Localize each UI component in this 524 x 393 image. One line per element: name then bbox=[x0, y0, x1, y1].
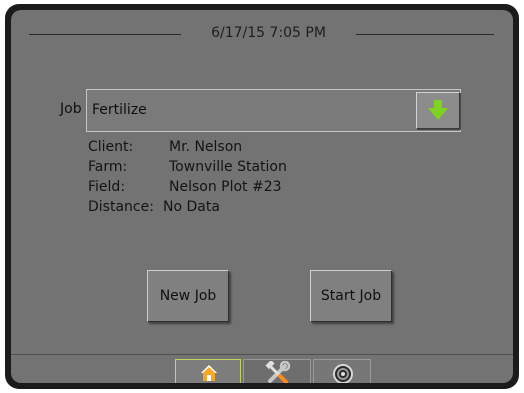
tab-gauge[interactable] bbox=[313, 359, 371, 383]
field-label: Field: bbox=[88, 179, 126, 195]
field-row: Field: Nelson Plot #23 bbox=[88, 178, 282, 196]
farm-value: Townville Station bbox=[169, 159, 287, 175]
tab-home[interactable] bbox=[175, 359, 241, 383]
new-job-button[interactable]: New Job bbox=[147, 270, 229, 322]
job-select-value: Fertilize bbox=[92, 102, 147, 118]
home-icon bbox=[201, 365, 217, 381]
tab-tools[interactable] bbox=[243, 359, 311, 383]
datetime-label: 6/17/15 7:05 PM bbox=[211, 25, 326, 41]
field-value: Nelson Plot #23 bbox=[169, 179, 282, 195]
job-label: Job bbox=[60, 101, 82, 117]
green-down-arrow-icon bbox=[428, 100, 448, 120]
client-value: Mr. Nelson bbox=[169, 139, 243, 155]
start-job-button[interactable]: Start Job bbox=[310, 270, 392, 322]
device-frame: 6/17/15 7:05 PM Job Fertilize Client: Mr.… bbox=[5, 4, 519, 389]
farm-label: Farm: bbox=[88, 159, 128, 175]
distance-row: Distance: No Data bbox=[88, 198, 220, 216]
farm-row: Farm: Townville Station bbox=[88, 158, 287, 176]
header-rule-left bbox=[29, 34, 181, 35]
tab-bar-divider bbox=[11, 354, 513, 355]
client-row: Client: Mr. Nelson bbox=[88, 138, 242, 156]
gauge-icon bbox=[333, 364, 353, 383]
screen: 6/17/15 7:05 PM Job Fertilize Client: Mr.… bbox=[11, 10, 513, 383]
distance-value: No Data bbox=[163, 199, 220, 215]
job-dropdown-button[interactable] bbox=[416, 92, 460, 129]
tools-icon bbox=[265, 361, 291, 383]
job-select[interactable]: Fertilize bbox=[86, 89, 461, 132]
header-rule-right bbox=[356, 34, 494, 35]
client-label: Client: bbox=[88, 139, 134, 155]
distance-label: Distance: bbox=[88, 199, 154, 215]
header-bar: 6/17/15 7:05 PM bbox=[11, 10, 513, 44]
